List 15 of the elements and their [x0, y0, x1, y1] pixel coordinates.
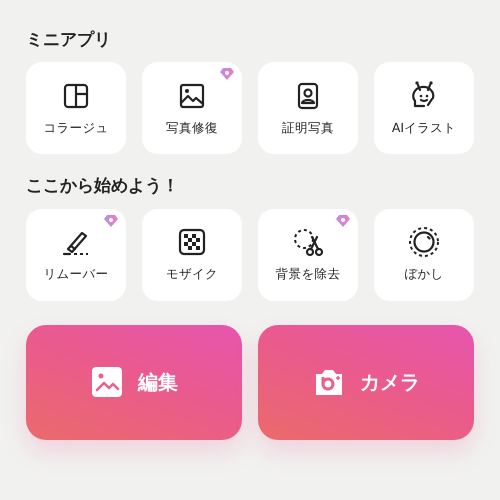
gem-icon	[220, 68, 234, 80]
tool-tile[interactable]: 背景を除去	[258, 208, 358, 301]
tool-tile[interactable]: モザイク	[142, 208, 242, 301]
tool-tile[interactable]: 証明写真	[258, 62, 358, 154]
tool-tile[interactable]: ぼかし	[374, 208, 474, 301]
blur-icon	[407, 225, 441, 260]
tool-tile[interactable]: AIイラスト	[374, 62, 474, 154]
tool-tile[interactable]: コラージュ	[26, 62, 126, 154]
tool-tile[interactable]: 写真修復	[142, 62, 242, 154]
gem-icon	[104, 214, 118, 227]
gem-icon	[336, 214, 350, 227]
image-icon	[90, 365, 124, 400]
section-title: ミニアプリ	[26, 30, 112, 50]
tool-tile[interactable]: リムーバー	[26, 208, 126, 301]
section-title: ここから始めよう！	[26, 176, 180, 197]
